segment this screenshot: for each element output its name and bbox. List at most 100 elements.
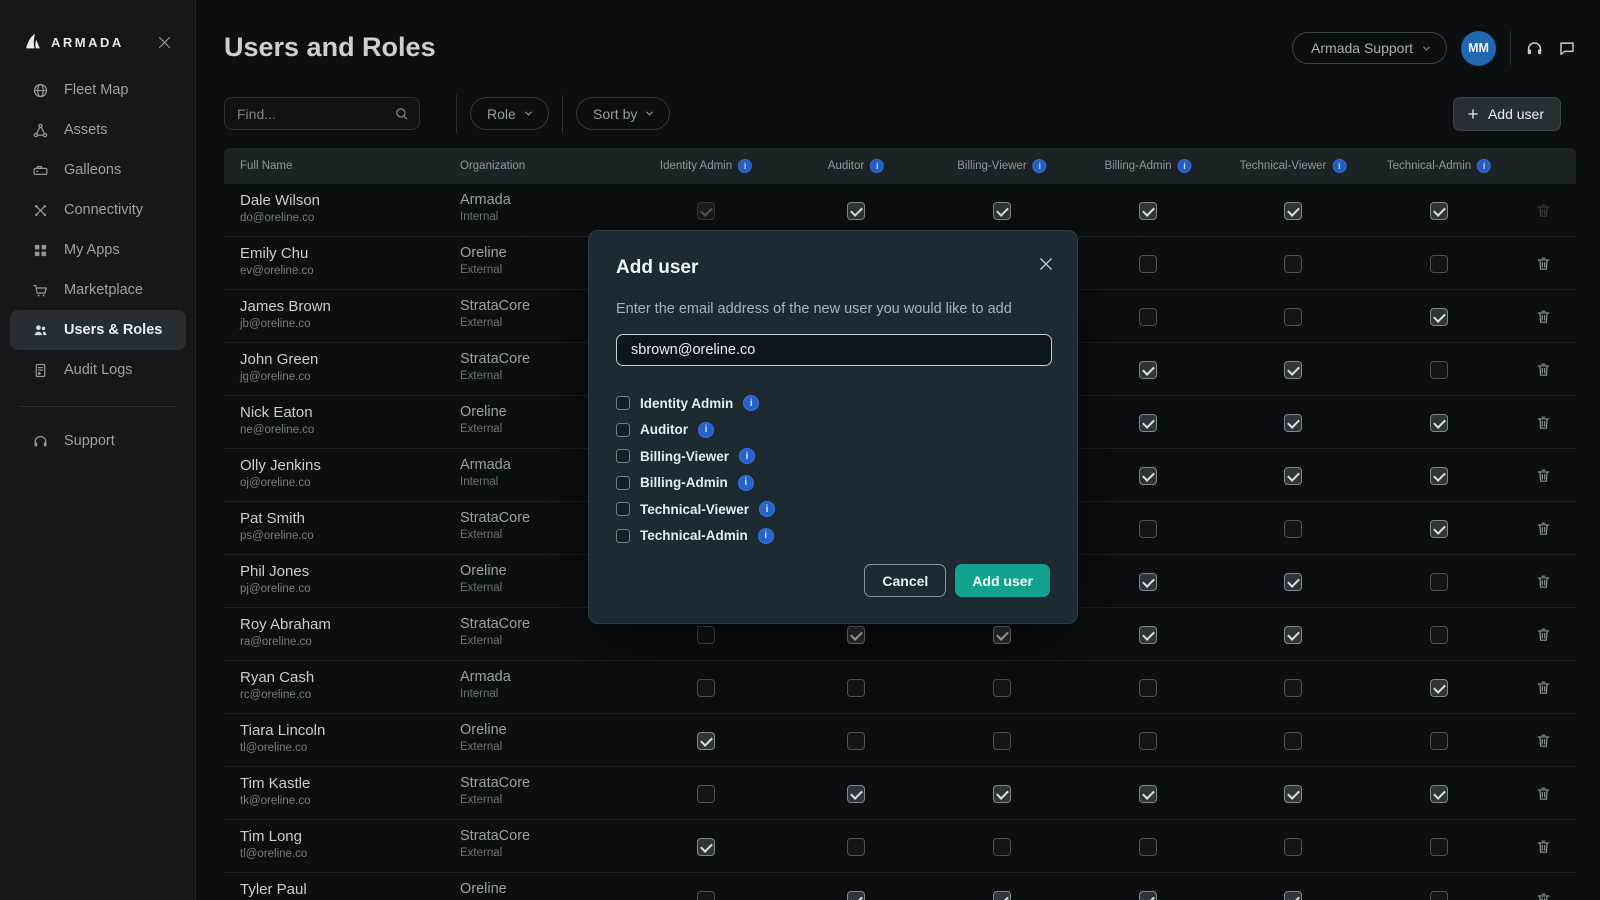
delete-user-icon[interactable] [1535,767,1552,820]
checkbox-technical-viewer[interactable] [616,502,630,516]
checkbox-billing-viewer[interactable] [616,449,630,463]
checkbox-billing-admin[interactable] [1139,573,1157,591]
checkbox-technical-viewer[interactable] [1284,361,1302,379]
info-icon[interactable]: i [739,448,755,464]
checkbox-technical-viewer[interactable] [1284,520,1302,538]
checkbox-technical-viewer[interactable] [1284,838,1302,856]
checkbox-billing-viewer[interactable] [993,626,1011,644]
checkbox-technical-admin[interactable] [1430,414,1448,432]
delete-user-icon[interactable] [1535,290,1552,343]
sidebar-item-galleons[interactable]: Galleons [10,150,186,190]
delete-user-icon[interactable] [1535,714,1552,767]
sidebar-item-audit-logs[interactable]: Audit Logs [10,350,186,390]
info-icon[interactable]: i [1178,159,1192,173]
info-icon[interactable]: i [698,422,714,438]
checkbox-technical-admin[interactable] [1430,785,1448,803]
checkbox-technical-admin[interactable] [1430,679,1448,697]
checkbox-identity-admin[interactable] [697,679,715,697]
checkbox-billing-admin[interactable] [1139,785,1157,803]
checkbox-technical-viewer[interactable] [1284,467,1302,485]
checkbox-technical-admin[interactable] [1430,732,1448,750]
search-input[interactable] [237,106,394,122]
checkbox-technical-viewer[interactable] [1284,679,1302,697]
checkbox-billing-admin[interactable] [1139,202,1157,220]
checkbox-billing-admin[interactable] [616,476,630,490]
sidebar-item-my-apps[interactable]: My Apps [10,230,186,270]
checkbox-technical-viewer[interactable] [1284,414,1302,432]
info-icon[interactable]: i [759,501,775,517]
checkbox-auditor[interactable] [847,838,865,856]
info-icon[interactable]: i [1332,159,1346,173]
checkbox-auditor[interactable] [847,732,865,750]
checkbox-identity-admin[interactable] [697,732,715,750]
sidebar-item-fleet-map[interactable]: Fleet Map [10,70,186,110]
checkbox-technical-admin[interactable] [1430,255,1448,273]
tenant-selector[interactable]: Armada Support [1292,32,1447,64]
checkbox-technical-admin[interactable] [1430,361,1448,379]
email-field[interactable] [616,334,1052,366]
checkbox-technical-admin[interactable] [1430,202,1448,220]
delete-user-icon[interactable] [1535,555,1552,608]
checkbox-technical-viewer[interactable] [1284,732,1302,750]
checkbox-billing-viewer[interactable] [993,732,1011,750]
sidebar-item-assets[interactable]: Assets [10,110,186,150]
checkbox-billing-viewer[interactable] [993,679,1011,697]
checkbox-identity-admin[interactable] [697,838,715,856]
checkbox-billing-admin[interactable] [1139,308,1157,326]
checkbox-technical-viewer[interactable] [1284,308,1302,326]
checkbox-auditor[interactable] [847,891,865,900]
checkbox-technical-viewer[interactable] [1284,891,1302,900]
delete-user-icon[interactable] [1535,608,1552,661]
checkbox-billing-admin[interactable] [1139,520,1157,538]
avatar[interactable]: MM [1461,31,1496,66]
checkbox-billing-viewer[interactable] [993,838,1011,856]
checkbox-technical-viewer[interactable] [1284,626,1302,644]
info-icon[interactable]: i [1477,159,1491,173]
checkbox-technical-admin[interactable] [1430,467,1448,485]
modal-close-icon[interactable] [1037,255,1055,273]
delete-user-icon[interactable] [1535,661,1552,714]
checkbox-auditor[interactable] [847,785,865,803]
checkbox-technical-admin[interactable] [1430,520,1448,538]
modal-add-user-button[interactable]: Add user [955,564,1050,597]
checkbox-billing-viewer[interactable] [993,202,1011,220]
checkbox-technical-viewer[interactable] [1284,202,1302,220]
checkbox-billing-admin[interactable] [1139,838,1157,856]
checkbox-billing-viewer[interactable] [993,891,1011,900]
checkbox-billing-admin[interactable] [1139,255,1157,273]
delete-user-icon[interactable] [1535,237,1552,290]
checkbox-technical-admin[interactable] [1430,838,1448,856]
delete-user-icon[interactable] [1535,502,1552,555]
sidebar-item-marketplace[interactable]: Marketplace [10,270,186,310]
info-icon[interactable]: i [738,475,754,491]
checkbox-technical-admin[interactable] [1430,308,1448,326]
checkbox-identity-admin[interactable] [697,626,715,644]
checkbox-identity-admin[interactable] [697,891,715,900]
checkbox-billing-admin[interactable] [1139,626,1157,644]
info-icon[interactable]: i [738,159,752,173]
checkbox-billing-admin[interactable] [1139,679,1157,697]
delete-user-icon[interactable] [1535,820,1552,873]
add-user-button[interactable]: Add user [1453,97,1561,131]
support-headset-icon[interactable] [1525,39,1544,58]
role-filter-button[interactable]: Role [470,97,549,130]
checkbox-auditor[interactable] [847,679,865,697]
checkbox-identity-admin[interactable] [616,396,630,410]
checkbox-auditor[interactable] [616,423,630,437]
checkbox-auditor[interactable] [847,202,865,220]
checkbox-auditor[interactable] [847,626,865,644]
checkbox-technical-admin[interactable] [1430,573,1448,591]
checkbox-billing-admin[interactable] [1139,414,1157,432]
info-icon[interactable]: i [743,395,759,411]
checkbox-billing-admin[interactable] [1139,361,1157,379]
sort-by-button[interactable]: Sort by [576,97,670,130]
info-icon[interactable]: i [870,159,884,173]
delete-user-icon[interactable] [1535,396,1552,449]
sidebar-item-users-roles[interactable]: Users & Roles [10,310,186,350]
checkbox-identity-admin[interactable] [697,785,715,803]
sidebar-item-support[interactable]: Support [10,421,186,461]
info-icon[interactable]: i [1033,159,1047,173]
checkbox-billing-admin[interactable] [1139,891,1157,900]
chat-icon[interactable] [1558,39,1576,57]
sidebar-item-connectivity[interactable]: Connectivity [10,190,186,230]
